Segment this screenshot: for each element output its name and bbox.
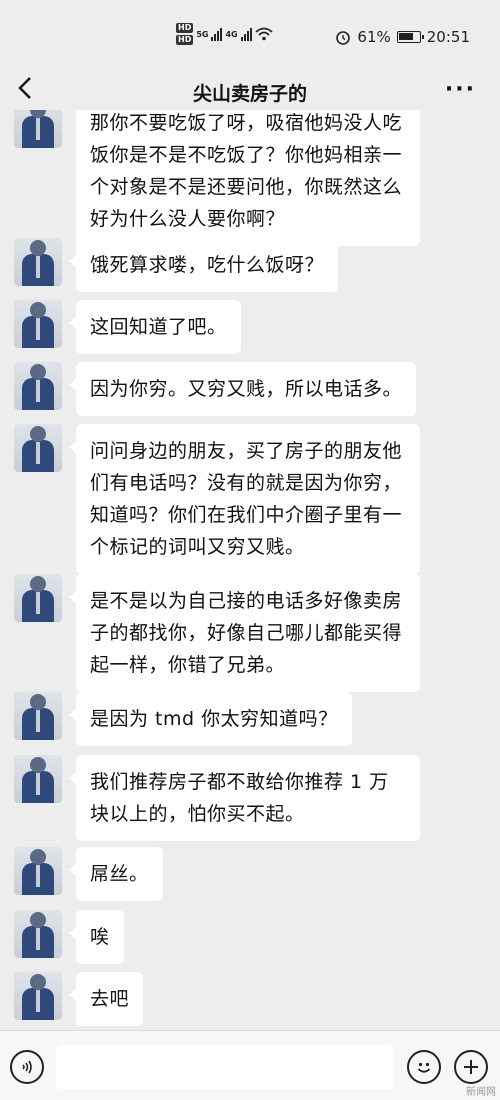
message-list[interactable]: 那你不要吃饭了呀，吸宿他妈没人吃饭你是不是不吃饭了？你他妈相亲一个对象是不是还要… [0, 110, 500, 1030]
avatar[interactable] [14, 847, 62, 895]
message-bubble[interactable]: 这回知道了吧。 [69, 300, 241, 354]
voice-icon [22, 1060, 32, 1074]
avatar[interactable] [14, 238, 62, 286]
message-bubble[interactable]: 问问身边的朋友，买了房子的朋友他们有电话吗？没有的就是因为你穷，知道吗？你们在我… [69, 424, 420, 574]
alarm-icon [336, 31, 351, 45]
wifi-icon [255, 27, 273, 41]
status-bar: HD HD 5G 4G 61% 20:51 [0, 0, 500, 52]
avatar[interactable] [14, 910, 62, 958]
hd-badge-2: HD [176, 35, 194, 45]
avatar[interactable] [14, 574, 62, 622]
avatar[interactable] [14, 110, 62, 148]
watermark: 新闻网 [466, 1087, 496, 1098]
hd-badge-1: HD [176, 23, 194, 33]
battery-icon [396, 31, 424, 43]
chat-title: 尖山卖房子的 [192, 83, 307, 105]
avatar[interactable] [14, 755, 62, 803]
avatar[interactable] [14, 424, 62, 472]
more-options-button[interactable]: ··· [445, 77, 476, 102]
emoji-button[interactable] [407, 1050, 441, 1084]
signal-bars-icon-2 [240, 27, 252, 41]
message-bubble[interactable]: 饿死算求喽，吃什么饭呀？ [68, 238, 339, 292]
battery-percent: 61% [357, 28, 391, 46]
more-actions-button[interactable] [454, 1050, 488, 1084]
message-bubble[interactable]: 我们推荐房子都不敢给你推荐 1 万块以上的，怕你买不起。 [69, 755, 420, 841]
signal-bars-icon [211, 27, 223, 41]
hd-badges: HD HD [176, 22, 194, 46]
avatar[interactable] [14, 362, 62, 410]
network-4g-label: 4G [225, 29, 238, 39]
plus-icon [464, 1060, 478, 1074]
message-bubble[interactable]: 唉 [69, 910, 124, 964]
voice-input-button[interactable] [10, 1050, 44, 1084]
input-bar: 新闻网 [0, 1030, 500, 1100]
status-right: 61% 20:51 [335, 28, 470, 46]
avatar[interactable] [14, 300, 62, 348]
signal-indicators: HD HD 5G 4G [176, 22, 273, 46]
clock-time: 20:51 [426, 28, 470, 46]
message-bubble[interactable]: 那你不要吃饭了呀，吸宿他妈没人吃饭你是不是不吃饭了？你他妈相亲一个对象是不是还要… [76, 110, 420, 246]
message-input[interactable] [56, 1045, 394, 1089]
avatar[interactable] [14, 692, 62, 740]
message-bubble[interactable]: 屌丝。 [69, 847, 163, 901]
message-bubble[interactable]: 去吧 [68, 972, 144, 1026]
message-bubble[interactable]: 是不是以为自己接的电话多好像卖房子的都找你，好像自己哪儿都能买得起一样，你错了兄… [69, 574, 420, 692]
message-bubble[interactable]: 因为你穷。又穷又贱，所以电话多。 [68, 362, 417, 416]
smiley-icon [417, 1062, 431, 1073]
message-bubble[interactable]: 是因为 tmd 你太穷知道吗？ [69, 692, 352, 746]
avatar[interactable] [14, 972, 62, 1020]
network-5g-label: 5G [196, 29, 209, 39]
